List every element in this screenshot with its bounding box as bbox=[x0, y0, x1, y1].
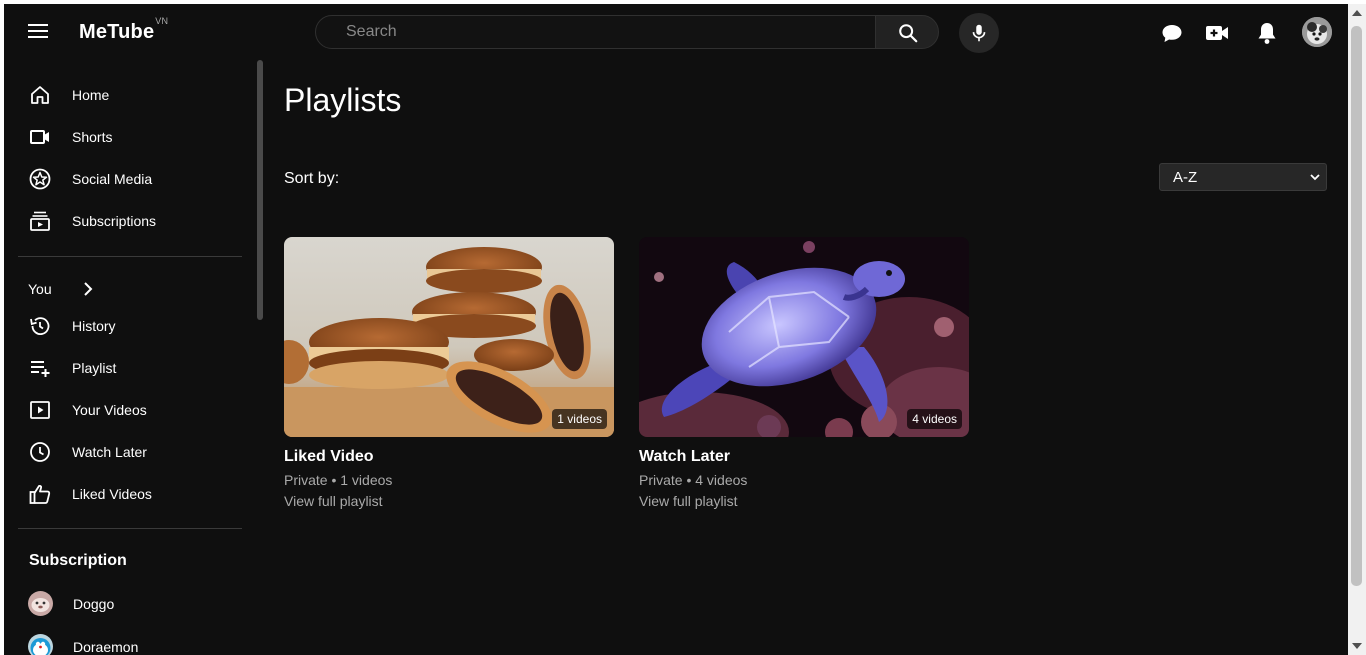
home-icon bbox=[31, 86, 49, 104]
dorayaki-image bbox=[284, 237, 614, 437]
sidebar-item-watch-later[interactable]: Watch Later bbox=[18, 432, 242, 472]
sidebar-item-home[interactable]: Home bbox=[18, 75, 242, 115]
your-videos-icon bbox=[30, 401, 50, 419]
scrollbar-thumb[interactable] bbox=[1351, 26, 1362, 586]
sidebar-item-label: Watch Later bbox=[72, 444, 147, 460]
chevron-down-icon bbox=[1310, 174, 1320, 181]
sort-label: Sort by: bbox=[284, 170, 340, 187]
window-scrollbar[interactable] bbox=[1348, 4, 1366, 655]
search-box bbox=[315, 15, 877, 49]
sidebar-item-label: Subscriptions bbox=[72, 213, 157, 229]
sort-select-value: A-Z bbox=[1173, 169, 1198, 186]
playlist-card-watch-later[interactable]: 4 videos Watch Later Private • 4 videos … bbox=[639, 237, 969, 509]
divider bbox=[18, 256, 242, 257]
sidebar-item-label: History bbox=[72, 318, 116, 334]
voice-search-button[interactable] bbox=[959, 13, 999, 53]
playlist-add-icon bbox=[31, 361, 50, 377]
playlist-title[interactable]: Liked Video bbox=[284, 448, 374, 466]
sidebar-item-label: Shorts bbox=[72, 129, 113, 145]
avatar[interactable] bbox=[1302, 17, 1332, 47]
sidebar-item-social-media[interactable]: Social Media bbox=[18, 159, 242, 199]
clock-icon bbox=[30, 442, 50, 462]
chevron-right-icon bbox=[84, 282, 93, 296]
sidebar-item-history[interactable]: History bbox=[18, 306, 242, 346]
sidebar: Home Shorts Social Media Subscriptions Y… bbox=[4, 60, 256, 655]
logo-region: VN bbox=[155, 16, 169, 27]
playlist-meta: Private • 1 videos bbox=[284, 472, 393, 488]
playlist-meta: Private • 4 videos bbox=[639, 472, 748, 488]
scroll-up-arrow[interactable] bbox=[1352, 10, 1362, 16]
sidebar-item-your-videos[interactable]: Your Videos bbox=[18, 390, 242, 430]
chat-icon[interactable] bbox=[1159, 20, 1185, 46]
subscription-item-doraemon[interactable]: Doraemon bbox=[18, 626, 242, 655]
sidebar-item-label: Liked Videos bbox=[72, 486, 152, 502]
sea-turtle-image bbox=[639, 237, 969, 437]
sidebar-item-liked-videos[interactable]: Liked Videos bbox=[18, 474, 242, 514]
top-header: MeTubeVN bbox=[4, 4, 1348, 60]
video-count-badge: 1 videos bbox=[552, 409, 607, 429]
divider bbox=[18, 528, 242, 529]
channel-avatar bbox=[28, 591, 53, 616]
sidebar-item-label: Home bbox=[72, 87, 110, 103]
history-icon bbox=[30, 317, 50, 335]
mic-icon bbox=[972, 24, 986, 42]
playlist-thumbnail[interactable]: 1 videos bbox=[284, 237, 614, 437]
playlist-title[interactable]: Watch Later bbox=[639, 448, 730, 466]
search-button[interactable] bbox=[875, 15, 939, 49]
sidebar-item-label: Social Media bbox=[72, 171, 153, 187]
sort-select[interactable]: A-Z bbox=[1159, 163, 1327, 191]
sidebar-item-label: Playlist bbox=[72, 360, 117, 376]
subscription-label: Doggo bbox=[73, 596, 115, 612]
playlist-card-liked-video[interactable]: 1 videos Liked Video Private • 1 videos … bbox=[284, 237, 614, 509]
logo[interactable]: MeTubeVN bbox=[79, 16, 168, 44]
sidebar-item-playlist[interactable]: Playlist bbox=[18, 348, 242, 388]
subscriptions-icon bbox=[30, 211, 50, 231]
bell-icon[interactable] bbox=[1254, 20, 1280, 46]
scroll-down-arrow[interactable] bbox=[1352, 643, 1362, 649]
menu-icon[interactable] bbox=[28, 24, 48, 40]
subscription-title: Subscription bbox=[29, 552, 127, 569]
sidebar-item-subscriptions[interactable]: Subscriptions bbox=[18, 201, 242, 241]
shorts-icon bbox=[30, 130, 49, 144]
you-label: You bbox=[28, 281, 52, 297]
logo-text: MeTube bbox=[79, 21, 155, 43]
thumbs-up-icon bbox=[29, 484, 51, 504]
subscription-item-doggo[interactable]: Doggo bbox=[18, 583, 242, 623]
sidebar-scrollbar[interactable] bbox=[257, 60, 263, 320]
app-window: MeTubeVN Home Shorts Social Media bbox=[4, 4, 1348, 655]
view-full-playlist-link[interactable]: View full playlist bbox=[284, 493, 383, 509]
page-title: Playlists bbox=[284, 82, 402, 118]
sidebar-item-label: Your Videos bbox=[72, 402, 147, 418]
sidebar-item-shorts[interactable]: Shorts bbox=[18, 117, 242, 157]
channel-avatar bbox=[28, 634, 53, 655]
search-input[interactable] bbox=[316, 16, 876, 48]
subscription-label: Doraemon bbox=[73, 639, 139, 655]
playlist-thumbnail[interactable]: 4 videos bbox=[639, 237, 969, 437]
video-count-badge: 4 videos bbox=[907, 409, 962, 429]
view-full-playlist-link[interactable]: View full playlist bbox=[639, 493, 738, 509]
create-video-icon[interactable] bbox=[1204, 20, 1230, 46]
search-icon bbox=[899, 24, 918, 43]
star-icon bbox=[29, 168, 51, 190]
